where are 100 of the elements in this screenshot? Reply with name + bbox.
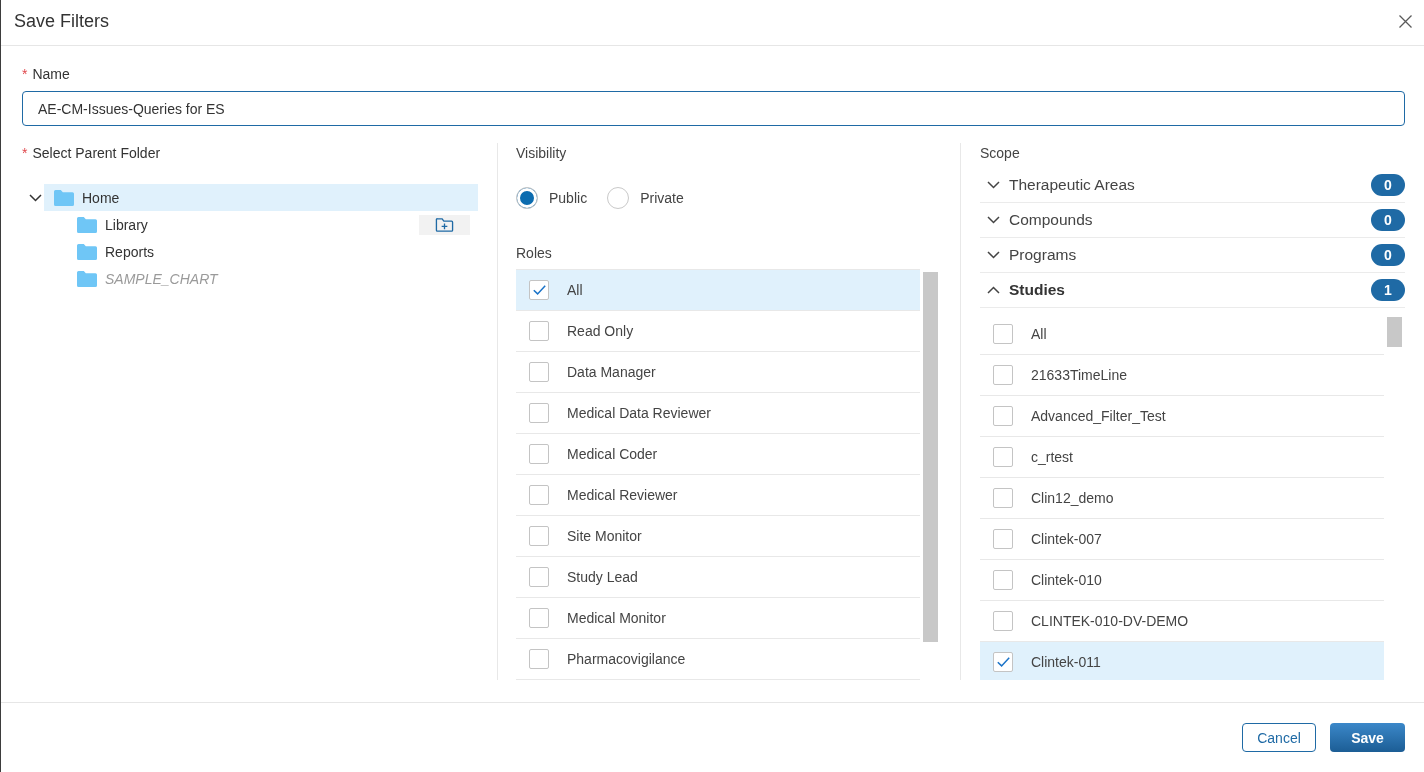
checkbox[interactable] <box>993 365 1013 385</box>
add-folder-button[interactable] <box>419 214 470 235</box>
folder-label: Home <box>82 189 120 206</box>
required-mark: * <box>22 145 28 161</box>
list-item[interactable]: Clin12_demo <box>980 478 1384 519</box>
item-label: Medical Coder <box>567 446 658 462</box>
radio-button[interactable] <box>516 187 538 209</box>
checkbox[interactable] <box>529 526 549 546</box>
item-label: Clintek-010 <box>1031 572 1102 588</box>
list-item[interactable]: Study Lead <box>516 557 920 598</box>
checkbox[interactable] <box>529 649 549 669</box>
item-label: Read Only <box>567 323 634 339</box>
checkbox[interactable] <box>993 570 1013 590</box>
scrollbar-thumb[interactable] <box>1387 317 1402 347</box>
list-item[interactable]: Read Only <box>516 311 920 352</box>
list-item[interactable]: 21633TimeLine <box>980 355 1384 396</box>
item-label: Study Lead <box>567 569 638 585</box>
item-label: All <box>1031 326 1047 342</box>
chevron-up-icon[interactable] <box>987 286 1000 294</box>
folder-label: SAMPLE_CHART <box>105 270 218 287</box>
item-label: CLINTEK-010-DV-DEMO <box>1031 613 1189 629</box>
save-button[interactable]: Save <box>1330 723 1405 752</box>
list-item[interactable]: Data Manager <box>516 352 920 393</box>
checkbox[interactable] <box>993 611 1013 631</box>
checkbox[interactable] <box>529 321 549 341</box>
list-item[interactable]: Site Monitor <box>516 516 920 557</box>
list-item[interactable]: Clintek-011 <box>980 642 1384 680</box>
tree-item[interactable]: Library <box>67 211 478 238</box>
checkbox[interactable] <box>529 608 549 628</box>
checkbox[interactable] <box>993 406 1013 426</box>
list-item[interactable]: c_rtest <box>980 437 1384 478</box>
count-badge: 1 <box>1371 279 1405 301</box>
close-icon <box>1399 15 1412 28</box>
field-label: Name <box>32 66 70 82</box>
checkbox[interactable] <box>529 403 549 423</box>
group-label[interactable]: Therapeutic Areas <box>1009 176 1135 194</box>
scrollbar-thumb[interactable] <box>923 272 938 642</box>
check-icon <box>532 285 546 295</box>
chevron-down-icon[interactable] <box>987 216 1000 224</box>
checkbox[interactable] <box>993 529 1013 549</box>
list-item[interactable]: Medical Data Reviewer <box>516 393 920 434</box>
section-label: Roles <box>516 244 552 263</box>
checkbox[interactable] <box>529 485 549 505</box>
item-label: All <box>567 282 583 298</box>
radio-label[interactable]: Public <box>549 190 588 206</box>
item-label: Advanced_Filter_Test <box>1031 408 1166 424</box>
group-label[interactable]: Programs <box>1009 246 1077 264</box>
check-icon <box>996 657 1010 667</box>
close-button[interactable] <box>1399 15 1412 28</box>
section-label: Scope <box>980 144 1020 163</box>
item-label: Clintek-007 <box>1031 531 1102 547</box>
name-input[interactable]: AE-CM-Issues-Queries for ES <box>22 91 1405 126</box>
count-badge: 0 <box>1371 244 1405 266</box>
checkbox[interactable] <box>993 488 1013 508</box>
checkbox[interactable] <box>529 444 549 464</box>
list-item[interactable]: All <box>516 270 920 311</box>
checkbox[interactable] <box>529 567 549 587</box>
item-label: Data Manager <box>567 364 656 380</box>
count-badge: 0 <box>1371 209 1405 231</box>
count-badge: 0 <box>1371 174 1405 196</box>
cancel-button[interactable]: Cancel <box>1242 723 1316 752</box>
checkbox[interactable] <box>529 362 549 382</box>
checkbox[interactable] <box>529 280 549 300</box>
section-label: Visibility <box>516 144 567 163</box>
group-label[interactable]: Studies <box>1009 281 1065 299</box>
checkbox[interactable] <box>993 447 1013 467</box>
radio-button[interactable] <box>607 187 630 209</box>
item-label: Medical Reviewer <box>567 487 678 503</box>
list-item[interactable]: All <box>980 314 1384 355</box>
item-label: Site Monitor <box>567 528 642 544</box>
folder-icon <box>77 216 97 233</box>
folder-label: Library <box>105 216 148 233</box>
list-item[interactable]: Clintek-010 <box>980 560 1384 601</box>
chevron-down-icon[interactable] <box>987 181 1000 189</box>
list-item[interactable]: Medical Coder <box>516 434 920 475</box>
item-label: Pharmacovigilance <box>567 651 686 667</box>
list-item[interactable]: Pharmacovigilance <box>516 639 920 680</box>
list-item[interactable]: Medical Reviewer <box>516 475 920 516</box>
item-label: Clin12_demo <box>1031 490 1114 506</box>
list-item[interactable]: Medical Monitor <box>516 598 920 639</box>
field-label: Select Parent Folder <box>32 145 161 161</box>
list-item[interactable]: Advanced_Filter_Test <box>980 396 1384 437</box>
checkbox[interactable] <box>993 652 1013 672</box>
item-label: Medical Data Reviewer <box>567 405 711 421</box>
tree-item[interactable]: Reports <box>67 238 478 265</box>
radio-label[interactable]: Private <box>640 190 684 206</box>
tree-item[interactable]: Home <box>44 184 478 211</box>
checkbox[interactable] <box>993 324 1013 344</box>
item-label: Clintek-011 <box>1031 654 1101 670</box>
group-label[interactable]: Compounds <box>1009 211 1093 229</box>
folder-icon <box>77 270 97 287</box>
list-item[interactable]: Clintek-007 <box>980 519 1384 560</box>
folder-label: Reports <box>105 243 155 260</box>
folder-plus-icon <box>435 216 454 233</box>
chevron-down-icon[interactable] <box>987 251 1000 259</box>
dialog-title: Save Filters <box>14 11 110 32</box>
chevron-down-icon[interactable] <box>29 193 42 202</box>
folder-icon <box>77 243 97 260</box>
item-label: Medical Monitor <box>567 610 666 626</box>
required-mark: * <box>22 66 28 82</box>
